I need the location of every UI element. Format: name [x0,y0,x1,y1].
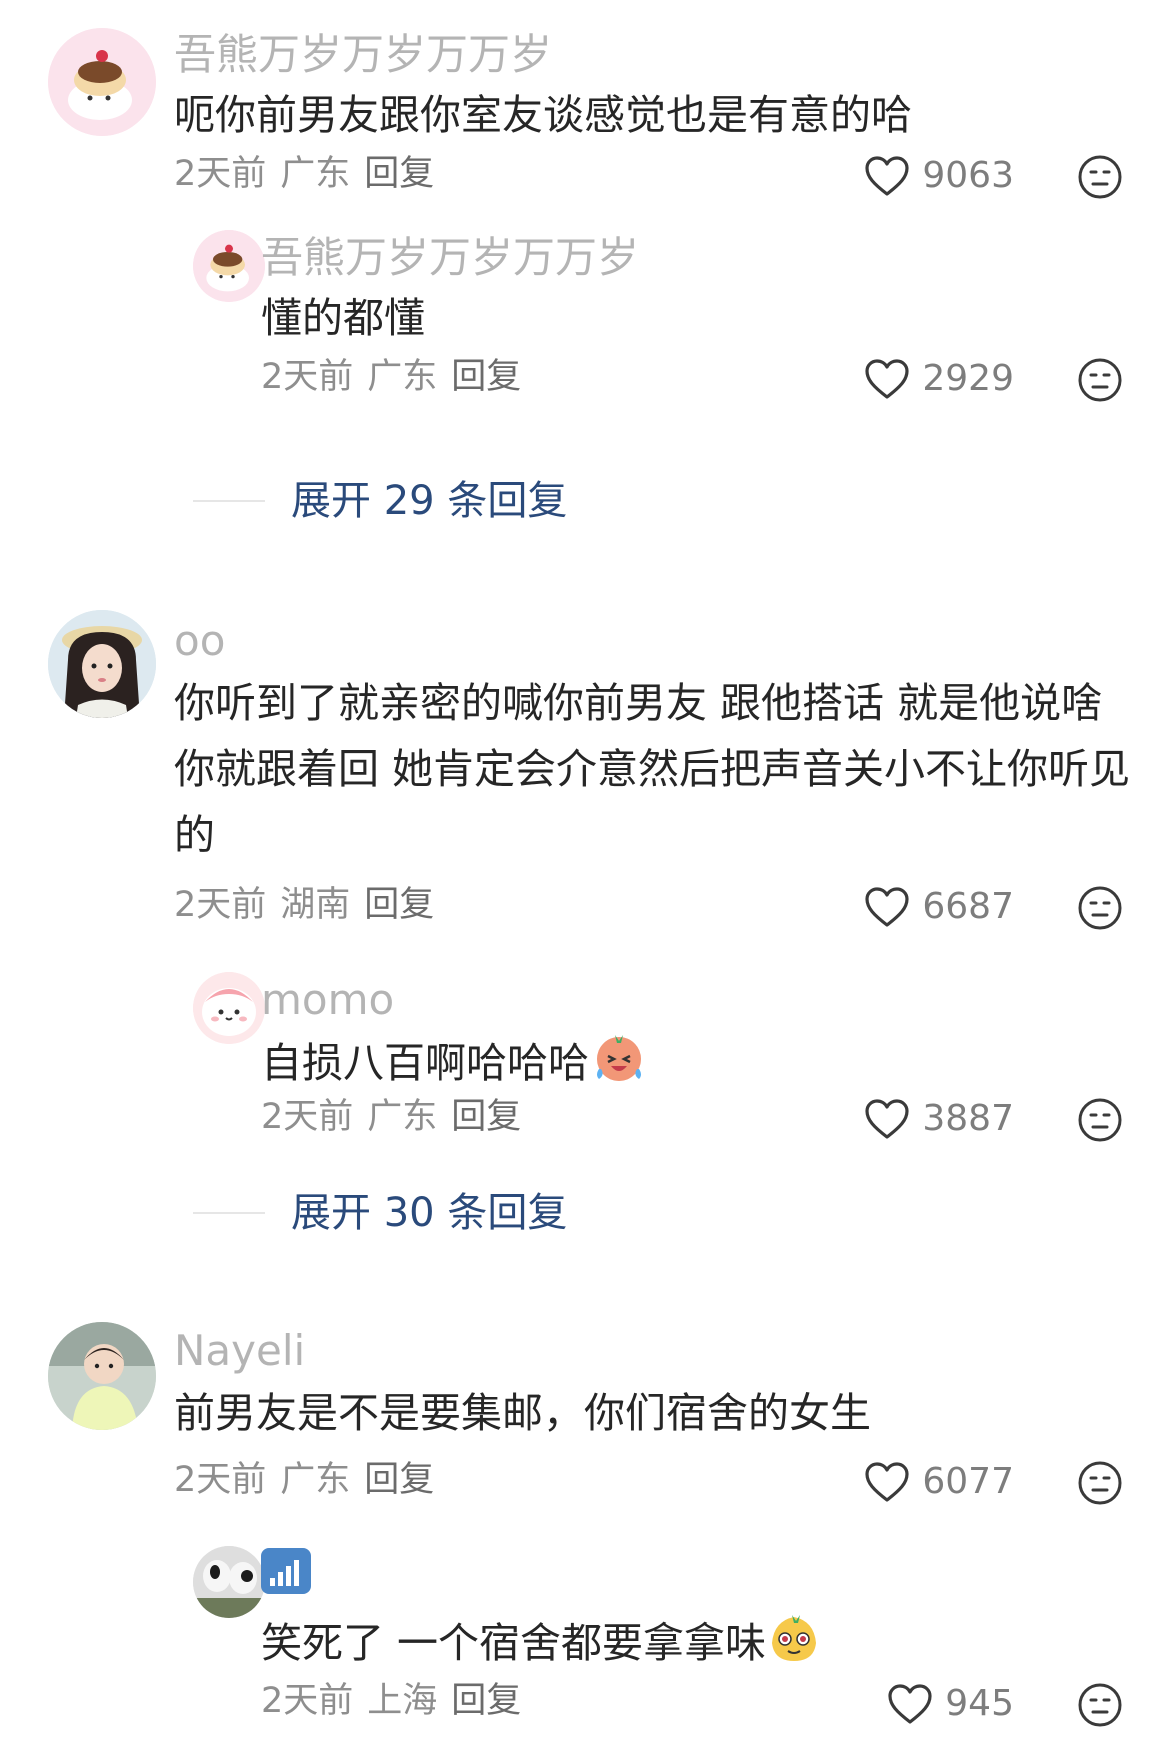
reply-time: 2天前 [261,1681,354,1721]
dislike-face-icon[interactable] [1077,885,1123,931]
reply-text: 笑死了 一个宿舍都要拿拿味 [261,1610,1121,1676]
comment-text: 前男友是不是要集邮，你们宿舍的女生 [174,1389,871,1437]
reply-button[interactable]: 回复 [451,357,521,397]
reply-meta: 2天前 广东 回复 [261,360,535,395]
comment-location: 湖南 [280,885,351,925]
dislike-face-icon[interactable] [1077,154,1123,200]
comment-username[interactable]: Nayeli [174,1330,305,1372]
comment-meta: 2天前 广东 回复 [174,1463,448,1498]
heart-icon [865,887,909,927]
reply-username[interactable]: 吾熊万岁万岁万万岁 [261,237,639,279]
reply-location: 广东 [367,1097,438,1137]
like-button[interactable]: 3887 [864,1095,1014,1143]
reply-button[interactable]: 回复 [364,154,434,194]
reply-time: 2天前 [261,357,354,397]
expand-replies-button[interactable]: 展开 29 条回复 [193,476,567,526]
avatar[interactable] [48,610,156,718]
heart-icon [865,359,909,399]
dislike-face-icon[interactable] [1077,1460,1123,1506]
reply-username[interactable]: momo [261,979,394,1021]
reply-button[interactable]: 回复 [364,1460,434,1500]
dislike-face-icon[interactable] [1077,357,1123,403]
reply-button[interactable]: 回复 [364,885,434,925]
avatar[interactable] [193,1546,265,1618]
divider [193,1212,265,1214]
comment-text: 呃你前男友跟你室友谈感觉也是有意的哈 [174,91,912,139]
avatar[interactable] [193,230,265,302]
heart-icon [888,1684,932,1724]
reply-time: 2天前 [261,1097,354,1137]
like-count: 2929 [922,358,1014,399]
heart-icon [865,1099,909,1139]
reply-location: 上海 [367,1681,438,1721]
comment-meta: 2天前 广东 回复 [174,157,448,192]
like-count: 3887 [922,1098,1014,1139]
like-button[interactable]: 6687 [864,883,1014,931]
signal-bars-icon [261,1548,311,1594]
avatar[interactable] [48,1322,156,1430]
reply-button[interactable]: 回复 [451,1681,521,1721]
like-count: 6687 [922,886,1014,927]
comment-location: 广东 [280,154,351,194]
reply-location: 广东 [367,357,438,397]
avatar[interactable] [48,28,156,136]
reply-text-content: 自损八百啊哈哈哈 [261,1039,589,1087]
like-count: 9063 [922,155,1014,196]
reply-meta: 2天前 广东 回复 [261,1100,535,1135]
comment-meta: 2天前 湖南 回复 [174,888,448,923]
comment-time: 2天前 [174,154,267,194]
like-button[interactable]: 945 [887,1680,1014,1728]
comment-text: 你听到了就亲密的喊你前男友 跟他搭话 就是他说啥你就跟着回 她肯定会介意然后把声… [174,679,1131,859]
like-button[interactable]: 6077 [864,1458,1014,1506]
reply-meta: 2天前 上海 回复 [261,1684,535,1719]
like-button[interactable]: 9063 [864,152,1014,200]
comment-username[interactable]: oo [174,620,225,662]
comment-username[interactable]: 吾熊万岁万岁万万岁 [174,34,552,76]
reply-text: 懂的都懂 [261,294,425,342]
dislike-face-icon[interactable] [1077,1097,1123,1143]
expand-replies-button[interactable]: 展开 30 条回复 [193,1188,567,1238]
like-count: 6077 [922,1461,1014,1502]
heart-icon [865,156,909,196]
avatar[interactable] [193,972,265,1044]
like-button[interactable]: 2929 [864,355,1014,403]
divider [193,500,265,502]
like-count: 945 [945,1683,1014,1724]
comment-location: 广东 [280,1460,351,1500]
expand-replies-label: 展开 30 条回复 [291,1190,568,1236]
expand-replies-label: 展开 29 条回复 [291,478,568,524]
smug-face-emoji [772,1615,817,1661]
dislike-face-icon[interactable] [1077,1682,1123,1728]
reply-text-content: 笑死了 一个宿舍都要拿拿味 [261,1619,767,1667]
reply-text: 自损八百啊哈哈哈 [261,1029,1121,1096]
comment-time: 2天前 [174,885,267,925]
reply-button[interactable]: 回复 [451,1097,521,1137]
comment-time: 2天前 [174,1460,267,1500]
heart-icon [865,1462,909,1502]
laughing-crying-emoji [597,1035,641,1081]
